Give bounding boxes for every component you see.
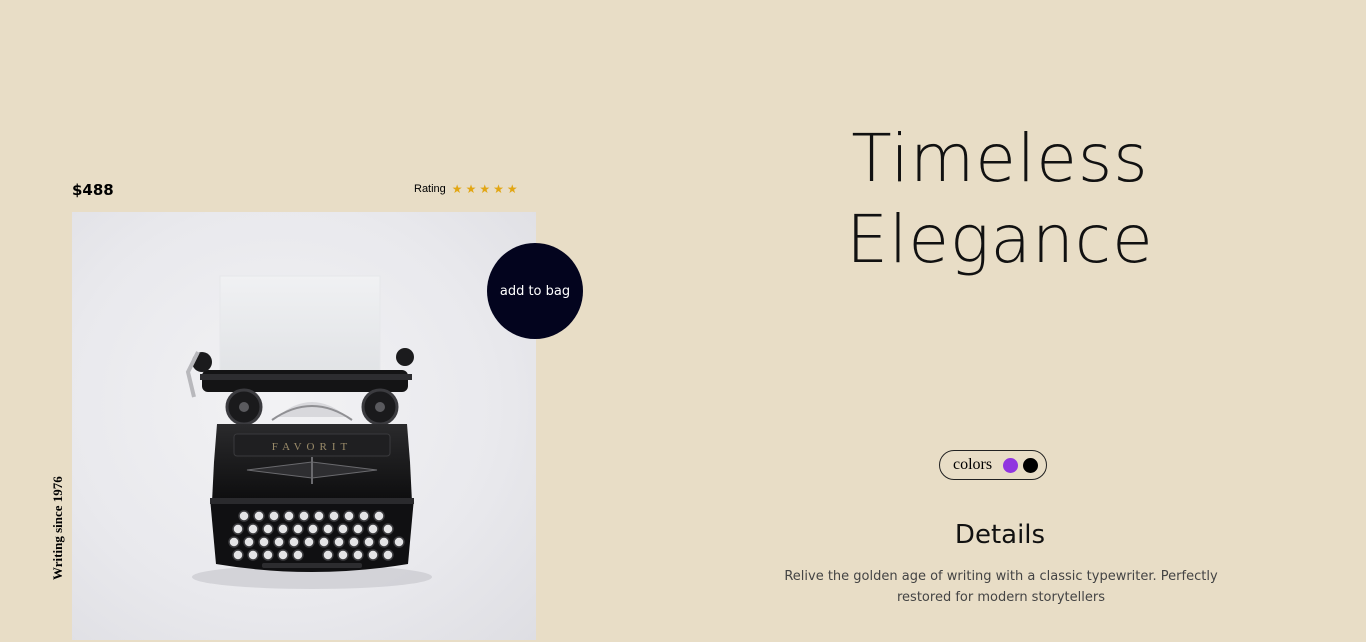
- color-swatches: [998, 457, 1039, 473]
- rating-stars: ★ ★ ★ ★ ★: [452, 183, 518, 195]
- hero-title-line: Elegance: [846, 201, 1154, 278]
- star-icon: ★: [493, 182, 504, 196]
- details-description: Relive the golden age of writing with a …: [784, 569, 1218, 605]
- product-rating: Rating ★ ★ ★ ★ ★: [414, 183, 518, 195]
- rating-label: Rating: [414, 183, 446, 195]
- star-icon: ★: [479, 182, 491, 196]
- add-to-bag-button[interactable]: add to bag: [487, 243, 583, 339]
- hero-title: Timeless Elegance: [720, 118, 1280, 280]
- hero-title-line: Timeless: [851, 120, 1149, 197]
- star-icon: ★: [451, 182, 463, 196]
- typewriter-brand: FAVORIT: [272, 441, 352, 453]
- star-icon: ★: [506, 182, 518, 196]
- color-selector: colors: [939, 450, 1047, 480]
- tagline: Writing since 1976: [50, 476, 65, 580]
- color-swatch-black[interactable]: [1023, 457, 1039, 473]
- star-icon: ★: [465, 182, 477, 196]
- product-image: FAVORIT: [72, 212, 536, 640]
- details-heading: Details: [954, 520, 1046, 550]
- product-price: $488: [72, 181, 114, 199]
- color-swatch-purple[interactable]: [1003, 457, 1019, 473]
- colors-label: colors: [953, 456, 993, 473]
